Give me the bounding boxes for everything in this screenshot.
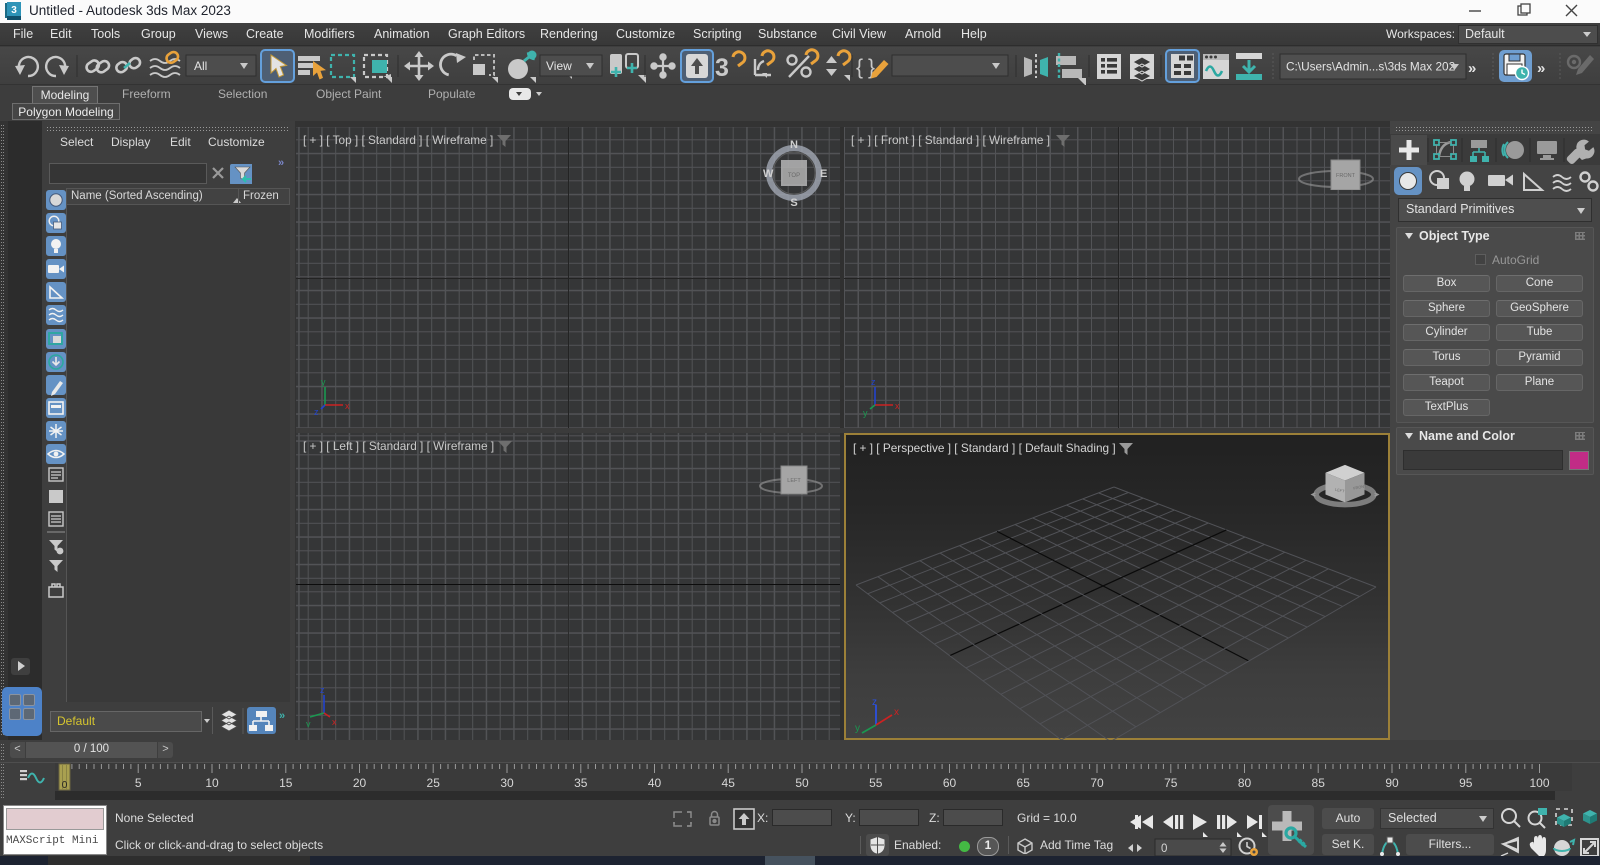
svg-text:5: 5 bbox=[135, 776, 142, 790]
svg-text:85: 85 bbox=[1312, 776, 1326, 790]
svg-text:FRONT: FRONT bbox=[1336, 173, 1356, 179]
svg-text:All: All bbox=[194, 59, 207, 73]
svg-text:»: » bbox=[279, 710, 285, 722]
svg-text:75: 75 bbox=[1164, 776, 1178, 790]
svg-text:S: S bbox=[790, 197, 797, 209]
svg-text:10: 10 bbox=[205, 776, 219, 790]
svg-text:y: y bbox=[321, 377, 326, 387]
svg-text:W: W bbox=[763, 168, 774, 180]
svg-text:80: 80 bbox=[1238, 776, 1252, 790]
svg-text:95: 95 bbox=[1459, 776, 1473, 790]
svg-text:z: z bbox=[871, 377, 876, 387]
svg-text:View: View bbox=[546, 59, 572, 73]
svg-text:z: z bbox=[314, 407, 319, 417]
svg-text:90: 90 bbox=[1385, 776, 1399, 790]
svg-text:LEFT: LEFT bbox=[787, 478, 801, 484]
svg-text:0: 0 bbox=[62, 780, 68, 791]
svg-text:35: 35 bbox=[574, 776, 588, 790]
svg-text:»: » bbox=[1468, 60, 1476, 77]
svg-text:x: x bbox=[345, 401, 350, 411]
svg-text:0: 0 bbox=[1161, 843, 1167, 855]
svg-text:y: y bbox=[855, 723, 860, 734]
svg-text:55: 55 bbox=[869, 776, 883, 790]
svg-text:100: 100 bbox=[1529, 776, 1549, 790]
svg-text:20: 20 bbox=[353, 776, 367, 790]
svg-text:TOP: TOP bbox=[788, 173, 800, 179]
svg-text:40: 40 bbox=[648, 776, 662, 790]
svg-text:15: 15 bbox=[279, 776, 293, 790]
svg-text:x: x bbox=[332, 717, 337, 727]
svg-text:70: 70 bbox=[1090, 776, 1104, 790]
svg-text:60: 60 bbox=[943, 776, 957, 790]
svg-text:y: y bbox=[863, 408, 868, 418]
svg-text:45: 45 bbox=[722, 776, 736, 790]
svg-text:3: 3 bbox=[715, 54, 729, 82]
svg-text:65: 65 bbox=[1017, 776, 1031, 790]
svg-text:»: » bbox=[1537, 60, 1545, 77]
svg-text:z: z bbox=[320, 685, 325, 695]
svg-text:x: x bbox=[895, 401, 900, 411]
svg-text:E: E bbox=[820, 168, 827, 180]
svg-text:3: 3 bbox=[11, 5, 17, 16]
svg-text:C:\Users\Admin...s\3ds Max 202: C:\Users\Admin...s\3ds Max 202 bbox=[1286, 60, 1455, 74]
svg-text:y: y bbox=[306, 719, 311, 727]
svg-text:30: 30 bbox=[500, 776, 514, 790]
svg-text:25: 25 bbox=[427, 776, 441, 790]
svg-text:50: 50 bbox=[795, 776, 809, 790]
svg-text:z: z bbox=[872, 697, 877, 708]
svg-text:N: N bbox=[790, 139, 798, 151]
svg-text:x: x bbox=[894, 707, 899, 718]
svg-text:{: { bbox=[856, 56, 863, 79]
